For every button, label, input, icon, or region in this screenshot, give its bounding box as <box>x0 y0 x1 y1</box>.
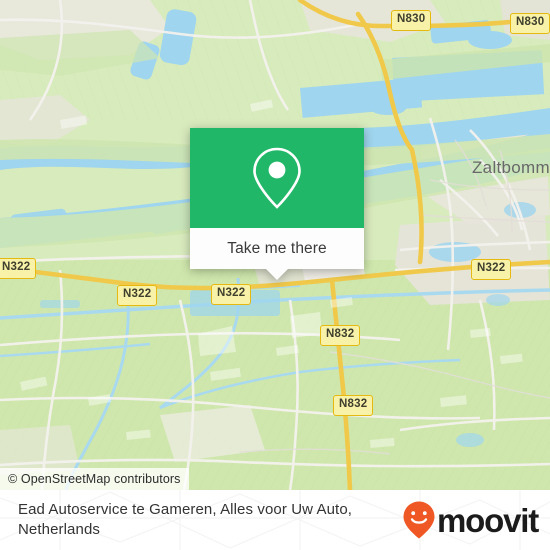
moovit-logo[interactable]: moovit <box>402 500 539 540</box>
attribution-text: © OpenStreetMap contributors <box>8 472 181 486</box>
map-pin-icon <box>253 147 301 209</box>
popup-action-area[interactable]: Take me there <box>190 228 364 269</box>
road-shield-n832-upper: N832 <box>320 325 361 346</box>
map-screenshot-page: Zaltbomme N830 N830 N322 N322 N322 N322 … <box>0 0 550 550</box>
popup-icon-area <box>190 128 364 228</box>
road-shield-n830-left: N830 <box>391 10 432 31</box>
moovit-wordmark: moovit <box>437 501 539 539</box>
place-label-zaltbommel: Zaltbomme <box>472 158 550 177</box>
page-title: Ead Autoservice te Gameren, Alles voor U… <box>18 500 353 538</box>
popup-pointer <box>266 269 288 280</box>
road-shield-n830-right: N830 <box>510 13 550 34</box>
road-shield-n322-left: N322 <box>117 285 158 306</box>
map-popup-card[interactable]: Take me there <box>190 128 364 280</box>
moovit-smile-pin-icon <box>403 501 435 539</box>
footer-bar: Ead Autoservice te Gameren, Alles voor U… <box>0 490 550 550</box>
take-me-there-label: Take me there <box>227 239 327 257</box>
road-shield-n832-lower: N832 <box>333 395 374 416</box>
road-shield-n322-right: N322 <box>471 259 512 280</box>
map-attribution[interactable]: © OpenStreetMap contributors <box>0 468 189 490</box>
road-shield-n322-center: N322 <box>211 284 252 305</box>
road-shield-n322-far-left: N322 <box>0 258 37 279</box>
